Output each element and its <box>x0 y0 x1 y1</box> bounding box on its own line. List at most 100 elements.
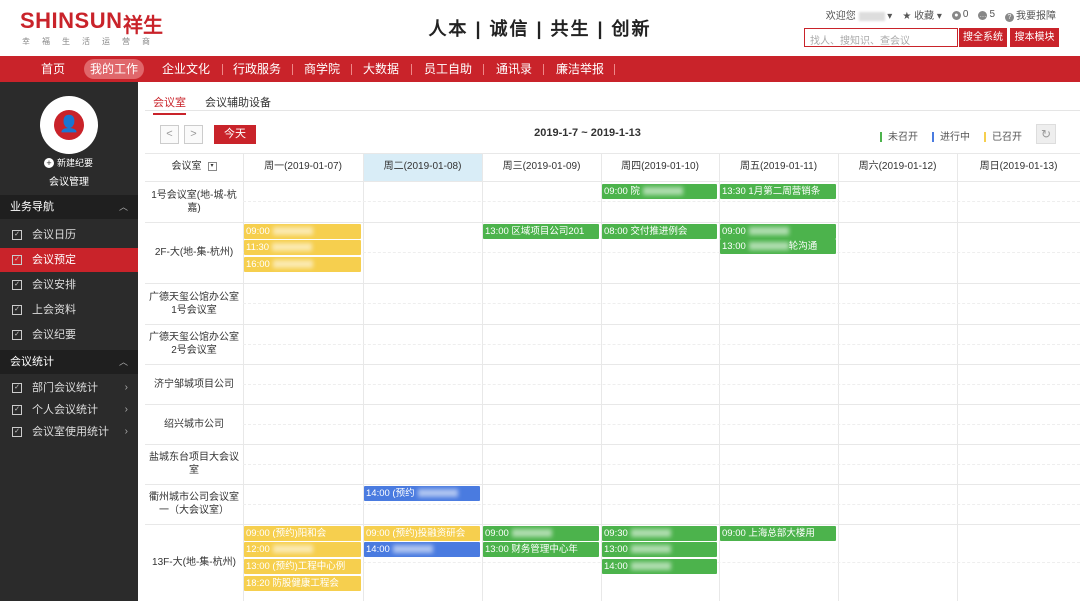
room-label[interactable]: 盐城东台项目大会议室 <box>148 451 240 477</box>
new-record-button[interactable]: + 新建纪要 <box>44 156 93 169</box>
meeting-event[interactable]: 09:00 院 <box>602 184 717 199</box>
nav-integrity-report[interactable]: 廉洁举报 <box>556 56 604 82</box>
meeting-event[interactable]: 16:00 <box>244 257 361 272</box>
sidebar-item-calendar[interactable]: ✓ 会议日历 <box>0 223 138 247</box>
room-label[interactable]: 1号会议室(地-城-杭嘉) <box>148 189 240 215</box>
room-label[interactable]: 绍兴城市公司 <box>148 418 240 431</box>
sidebar: 👤 + 新建纪要 会议管理 业务导航 ︿ ✓ 会议日历 ✓ 会议预定 ✓ 会议安排 ✓ 上会… <box>0 82 138 601</box>
meeting-event[interactable]: 13:00 <box>602 542 717 557</box>
nav-divider <box>222 64 223 75</box>
nav-admin[interactable]: 行政服务 <box>233 56 281 82</box>
grid-line <box>145 484 1080 485</box>
meeting-event[interactable]: 09:30 <box>602 526 717 541</box>
nav-divider <box>292 64 293 75</box>
prev-week-button[interactable]: < <box>160 125 179 144</box>
meeting-event[interactable]: 13:00 (预约)工程中心例 <box>244 559 361 574</box>
meeting-event[interactable]: 18:20 防股健康工程会 <box>244 576 361 591</box>
room-label[interactable]: 衢州城市公司会议室一（大会议室） <box>148 491 240 517</box>
meeting-event[interactable]: 09:00 <box>244 224 361 239</box>
meeting-mgmt-title: 会议管理 <box>49 177 89 188</box>
room-label[interactable]: 13F-大(地-集-杭州) <box>148 556 240 569</box>
chevron-up-icon: ︿ <box>118 202 128 212</box>
meeting-event[interactable]: 13:00 轮沟通 <box>720 239 836 254</box>
grid-line <box>145 324 1080 325</box>
search-module-button[interactable]: 搜本模块 <box>1010 28 1059 47</box>
day-header: 周四(2019-01-10) <box>621 161 699 172</box>
tab-divider <box>145 110 1080 111</box>
avatar[interactable]: 👤 <box>40 96 98 154</box>
sidebar-item-dept-stats[interactable]: ✓ 部门会议统计 › <box>0 376 138 400</box>
filter-icon[interactable]: ▾ <box>207 161 217 171</box>
nav-my-work[interactable]: 我的工作 <box>84 59 145 79</box>
grid-line <box>145 222 1080 223</box>
sidebar-item-personal-stats[interactable]: ✓ 个人会议统计 › <box>0 398 138 422</box>
grid-dash <box>243 344 1080 345</box>
favorites-menu[interactable]: ★ 收藏 ▾ <box>902 7 942 22</box>
search-all-button[interactable]: 搜全系统 <box>959 28 1007 47</box>
grid-dash <box>243 252 1080 253</box>
sidebar-item-arrangement[interactable]: ✓ 会议安排 <box>0 273 138 297</box>
nav-divider <box>483 64 484 75</box>
meeting-event[interactable]: 09:00 <box>483 526 599 541</box>
sidebar-item-booking[interactable]: ✓ 会议预定 <box>0 248 138 272</box>
meeting-event[interactable]: 09:00 (预约)投融资研会 <box>364 526 480 541</box>
meeting-event[interactable]: 12:00 <box>244 542 361 557</box>
sidebar-item-materials[interactable]: ✓ 上会资料 <box>0 298 138 322</box>
checkbox-icon: ✓ <box>12 305 22 316</box>
legend-finished: 已召开 <box>984 128 1022 143</box>
chevron-right-icon: › <box>124 382 128 393</box>
meeting-event[interactable]: 09:00 上海总部大楼用 <box>720 526 836 541</box>
meeting-event[interactable]: 11:30 <box>244 240 361 255</box>
grid-dash <box>243 303 1080 304</box>
messages-link[interactable]: ● 0 <box>951 9 968 20</box>
today-button[interactable]: 今天 <box>214 125 256 144</box>
next-week-button[interactable]: > <box>184 125 203 144</box>
meeting-event[interactable]: 14:00 <box>602 559 717 574</box>
meeting-event[interactable]: 09:00 (预约)阳和会 <box>244 526 361 541</box>
room-label[interactable]: 济宁邹城项目公司 <box>148 378 240 391</box>
meeting-event[interactable]: 14:00 <box>364 542 480 557</box>
checkbox-icon: ✓ <box>12 427 22 438</box>
meeting-event[interactable]: 13:30 1月第二周营销条 <box>720 184 836 199</box>
meeting-event[interactable]: 13:00 财务管理中心年 <box>483 542 599 557</box>
tab-meeting-room[interactable]: 会议室 <box>153 94 186 115</box>
day-header: 周一(2019-01-07) <box>264 161 342 172</box>
room-column-header[interactable]: 会议室 ▾ <box>145 153 243 181</box>
grid-line <box>145 283 1080 284</box>
nav-self-service[interactable]: 员工自助 <box>424 56 472 82</box>
nav-culture[interactable]: 企业文化 <box>162 56 210 82</box>
checkbox-icon: ✓ <box>12 230 22 241</box>
grid-dash <box>243 464 1080 465</box>
date-range: 2019-1-7 ~ 2019-1-13 <box>534 127 641 139</box>
star-icon: ★ <box>902 11 912 22</box>
meeting-event[interactable]: 09:00 <box>720 224 836 239</box>
nav-directory[interactable]: 通讯录 <box>496 56 532 82</box>
nav-home[interactable]: 首页 <box>41 56 65 82</box>
top-links: 欢迎您 ▾ ★ 收藏 ▾ ● 0 … 5 ? 我要报障 <box>826 7 1056 22</box>
report-issue-link[interactable]: ? 我要报障 <box>1005 7 1056 22</box>
meeting-event[interactable]: 08:00 交付推进例会 <box>602 224 717 239</box>
nav-divider <box>543 64 544 75</box>
sidebar-item-minutes[interactable]: ✓ 会议纪要 <box>0 323 138 347</box>
search-input[interactable]: 找人、搜知识、查会议 <box>804 28 958 47</box>
room-label[interactable]: 2F-大(地-集-杭州) <box>148 246 240 259</box>
sidebar-item-room-usage-stats[interactable]: ✓ 会议室使用统计 › <box>0 420 138 444</box>
notices-link[interactable]: … 5 <box>978 9 995 20</box>
nav-academy[interactable]: 商学院 <box>304 56 340 82</box>
meeting-event[interactable]: 14:00 (预约 <box>364 486 480 501</box>
legend-not-started: 未召开 <box>880 128 918 143</box>
room-label[interactable]: 广德天玺公馆办公室1号会议室 <box>148 291 240 317</box>
section-business-nav[interactable]: 业务导航 ︿ <box>0 195 138 219</box>
checkbox-icon: ✓ <box>12 255 22 266</box>
day-header: 周六(2019-01-12) <box>858 161 937 172</box>
tab-aux-equipment[interactable]: 会议辅助设备 <box>205 94 271 110</box>
room-label[interactable]: 广德天玺公馆办公室2号会议室 <box>148 331 240 357</box>
username-blurred <box>858 11 885 21</box>
meeting-event[interactable]: 13:00 区域项目公司201 <box>483 224 599 239</box>
message-icon: ● <box>951 11 961 20</box>
chevron-up-icon: ︿ <box>118 357 128 367</box>
day-header: 周五(2019-01-11) <box>739 161 818 172</box>
section-meeting-stats[interactable]: 会议统计 ︿ <box>0 350 138 374</box>
refresh-icon[interactable]: ↻ <box>1036 124 1056 144</box>
nav-bigdata[interactable]: 大数据 <box>363 56 399 82</box>
